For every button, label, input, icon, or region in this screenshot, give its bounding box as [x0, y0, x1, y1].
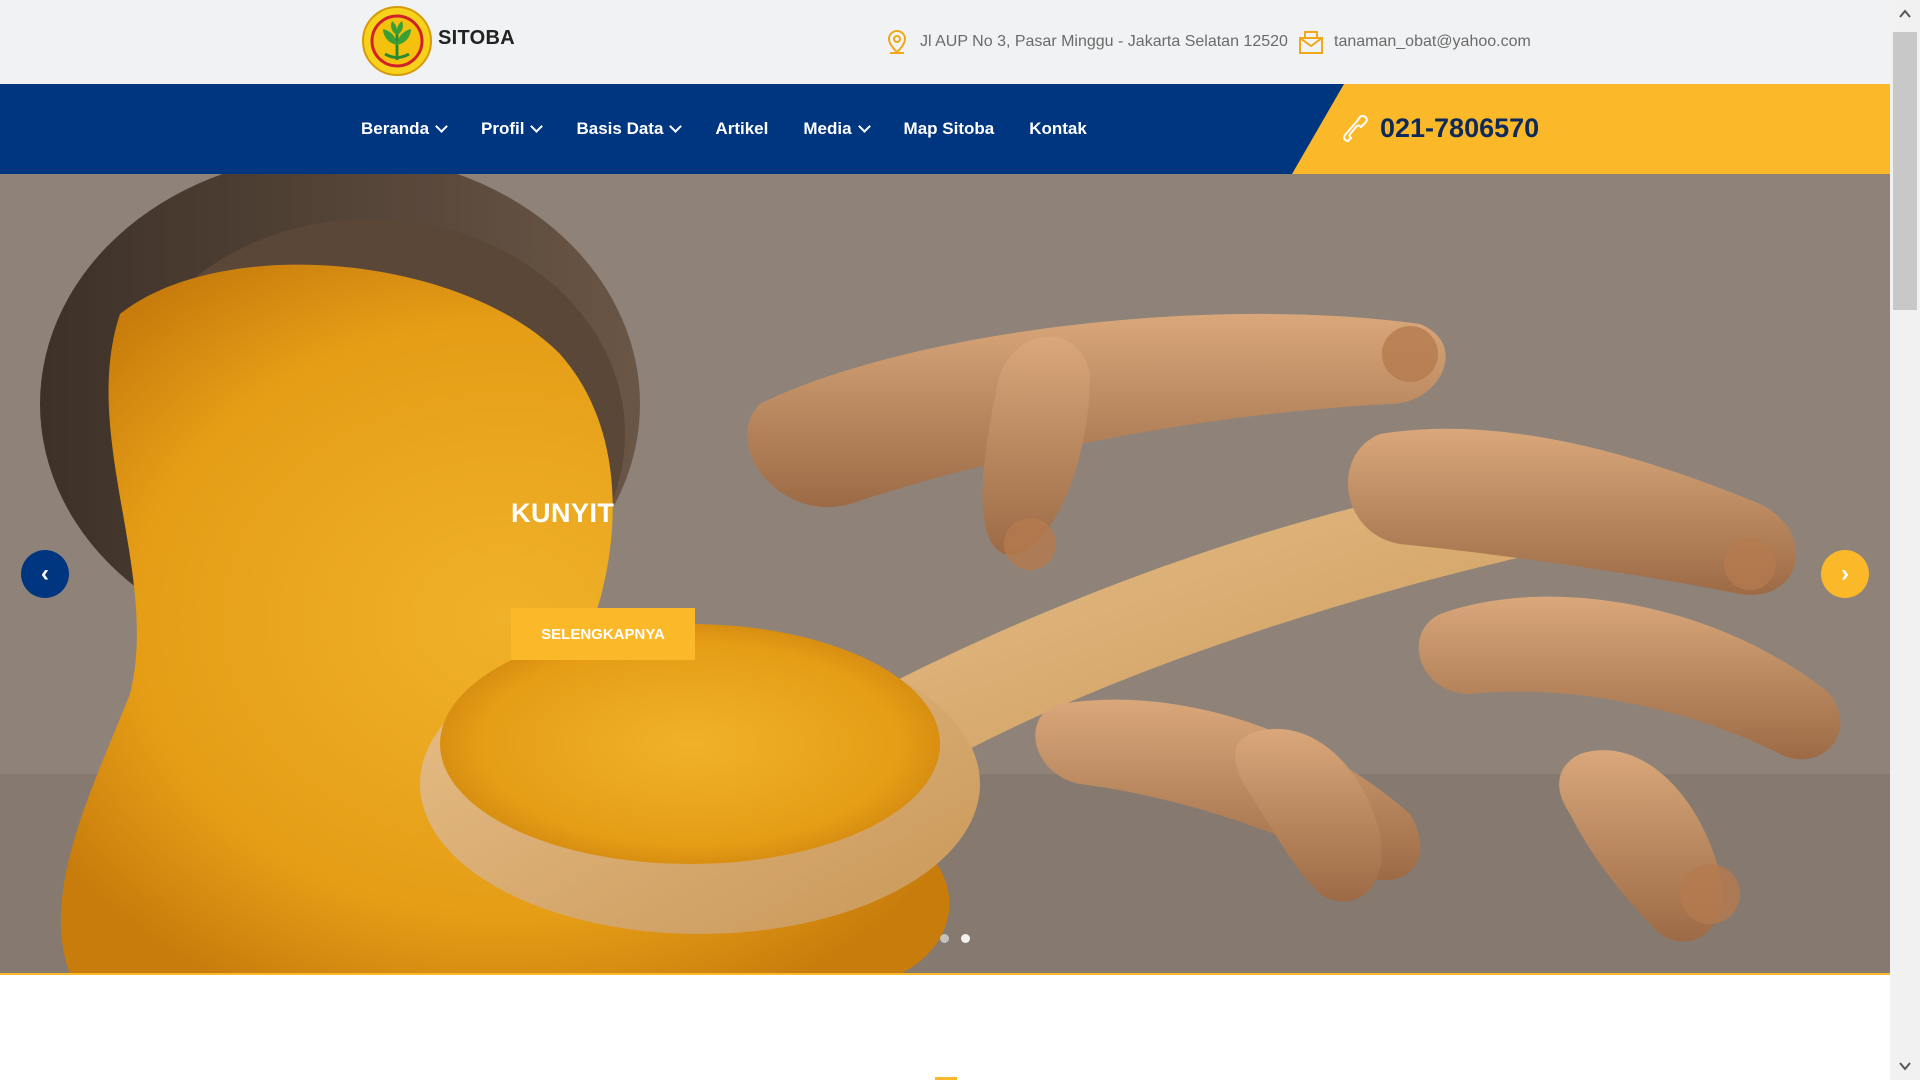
chevron-down-icon — [857, 120, 871, 133]
nav-item-label: Profil — [481, 119, 525, 138]
site-name[interactable]: SITOBA — [438, 27, 515, 50]
slider-dots — [940, 934, 970, 943]
nav-item-artikel[interactable]: Artikel — [715, 119, 768, 139]
slider-dot-active[interactable] — [961, 934, 970, 943]
nav-item-label: Media — [803, 119, 852, 138]
location-pin-icon — [887, 29, 907, 54]
nav-item-label: Beranda — [361, 119, 430, 138]
read-more-button[interactable]: SELENGKAPNYA — [511, 608, 695, 660]
hero-slider: KUNYIT SELENGKAPNYA ‹ › — [0, 174, 1890, 974]
slider-prev-button[interactable]: ‹ — [21, 550, 69, 598]
page: SITOBA Jl AUP No 3, Pasar Minggu - Jakar… — [0, 0, 1920, 1080]
phone-number[interactable]: 021-7806570 — [1380, 113, 1539, 144]
scrollbar-thumb[interactable] — [1893, 32, 1917, 310]
address-text: Jl AUP No 3, Pasar Minggu - Jakarta Sela… — [920, 33, 1288, 50]
slider-next-button[interactable]: › — [1821, 550, 1869, 598]
envelope-icon — [1299, 31, 1323, 54]
email-text[interactable]: tanaman_obat@yahoo.com — [1334, 33, 1531, 51]
nav-item-label: Artikel — [715, 119, 769, 138]
chevron-up-icon[interactable] — [1897, 6, 1913, 22]
nav-item-label: Map Sitoba — [903, 119, 995, 138]
nav-item-label: Basis Data — [576, 119, 664, 138]
slider-dot[interactable] — [940, 934, 949, 943]
slide-title: KUNYIT — [511, 498, 615, 528]
top-bar: SITOBA Jl AUP No 3, Pasar Minggu - Jakar… — [0, 0, 1890, 84]
nav-item-beranda[interactable]: Beranda — [361, 119, 448, 139]
nav-item-profil[interactable]: Profil — [481, 119, 544, 139]
phone-contact[interactable]: 021-7806570 — [1342, 112, 1539, 144]
chevron-down-icon — [530, 120, 544, 133]
chevron-down-icon — [435, 120, 448, 133]
phone-icon — [1343, 114, 1368, 143]
nav-item-label: Kontak — [1029, 119, 1087, 138]
hero-image — [0, 174, 1890, 974]
nav-item-kontak[interactable]: Kontak — [1029, 119, 1087, 139]
nav-item-basis-data[interactable]: Basis Data — [576, 119, 683, 139]
chevron-down-icon — [669, 120, 683, 133]
chevron-left-icon: ‹ — [41, 560, 49, 587]
contact-address: Jl AUP No 3, Pasar Minggu - Jakarta Sela… — [884, 29, 1288, 55]
ministry-logo-icon[interactable] — [361, 5, 433, 77]
nav-item-map-sitoba[interactable]: Map Sitoba — [904, 119, 995, 139]
hero-divider — [0, 973, 1890, 975]
chevron-down-icon[interactable] — [1897, 1058, 1913, 1074]
nav-item-media[interactable]: Media — [803, 119, 871, 139]
contact-email[interactable]: tanaman_obat@yahoo.com — [1298, 29, 1531, 55]
chevron-right-icon: › — [1841, 560, 1849, 587]
main-nav: Beranda Profil Basis Data Artikel Media … — [361, 84, 1122, 174]
